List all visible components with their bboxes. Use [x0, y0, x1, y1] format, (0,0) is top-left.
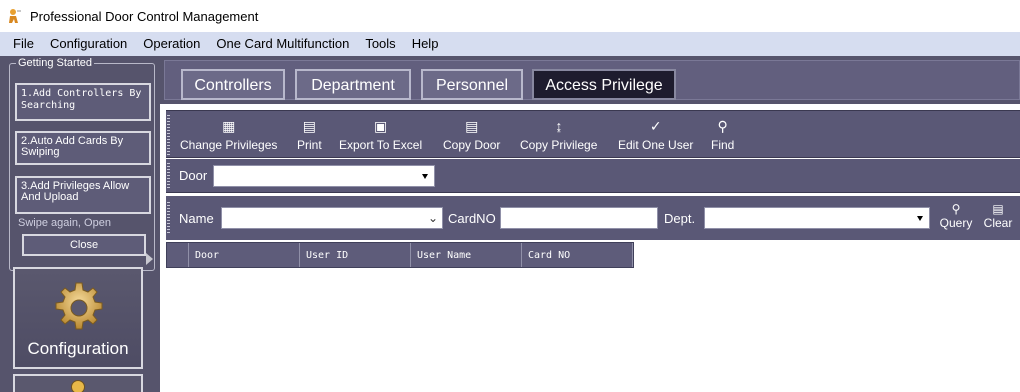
tab-personnel[interactable]: Personnel [421, 69, 523, 100]
key-person-icon [8, 8, 22, 24]
edit-one-user-button[interactable]: ✓ Edit One User [618, 117, 693, 152]
cardno-label: CardNO [448, 211, 496, 226]
search-icon: ⚲ [951, 202, 961, 216]
column-header-door[interactable]: Door [189, 243, 300, 267]
step-auto-add-cards-button[interactable]: 2.Auto Add Cards By Swiping [15, 131, 151, 165]
query-button[interactable]: ⚲ Query [936, 202, 976, 230]
toolbar-grip[interactable] [167, 115, 170, 155]
door-select[interactable] [213, 165, 435, 187]
column-header-user-name[interactable]: User Name [411, 243, 522, 267]
printer-icon: ▤ [302, 118, 316, 134]
copy-privilege-button[interactable]: ↨ Copy Privilege [520, 117, 597, 152]
copy-privilege-label: Copy Privilege [520, 138, 598, 152]
filter-bar-grip[interactable] [167, 202, 170, 234]
edit-one-user-label: Edit One User [618, 138, 694, 152]
grid-row-header [167, 243, 189, 267]
door-filter-bar: Door [166, 159, 1020, 193]
cardno-input[interactable] [500, 207, 658, 229]
window-title: Professional Door Control Management [30, 8, 259, 24]
menu-file[interactable]: File [0, 32, 42, 56]
action-toolbar: ▦ Change Privileges ▤ Print ▣ Export To … [166, 110, 1020, 158]
column-header-user-id[interactable]: User ID [300, 243, 411, 267]
configuration-label: Configuration [27, 339, 129, 358]
chevron-down-icon [917, 216, 923, 221]
clear-button[interactable]: ▤ Clear [978, 202, 1018, 230]
menu-one-card-multifunction[interactable]: One Card Multifunction [208, 32, 357, 56]
nav-tile-icon [71, 380, 85, 392]
change-privileges-icon: ▦ [222, 118, 236, 134]
tab-controllers[interactable]: Controllers [181, 69, 285, 100]
excel-icon: ▣ [373, 118, 388, 134]
clear-label: Clear [983, 216, 1013, 230]
dept-select[interactable] [704, 207, 930, 229]
getting-started-group: Getting Started 1.Add Controllers By Sea… [9, 57, 155, 271]
getting-started-legend: Getting Started [16, 57, 94, 70]
step-add-controllers-button[interactable]: 1.Add Controllers By Searching [15, 83, 151, 121]
configuration-nav-tile[interactable]: Configuration [13, 267, 143, 369]
print-button[interactable]: ▤ Print [297, 117, 322, 152]
menu-configuration[interactable]: Configuration [42, 32, 135, 56]
name-combobox[interactable]: ⌄ [221, 207, 443, 229]
export-to-excel-button[interactable]: ▣ Export To Excel [339, 117, 422, 152]
chevron-down-icon [422, 174, 428, 179]
search-filter-bar: Name ⌄ CardNO Dept. ⚲ Query ▤ Clear [166, 196, 1020, 240]
change-privileges-label: Change Privileges [180, 138, 278, 152]
copy-door-icon: ▤ [465, 118, 479, 134]
gear-icon [52, 281, 106, 338]
menu-help[interactable]: Help [404, 32, 447, 56]
dept-label: Dept. [664, 211, 696, 226]
menu-tools[interactable]: Tools [357, 32, 403, 56]
column-header-card-no[interactable]: Card NO [522, 243, 633, 267]
eraser-icon: ▤ [992, 202, 1004, 216]
copy-door-button[interactable]: ▤ Copy Door [443, 117, 500, 152]
left-panel: Getting Started 1.Add Controllers By Sea… [0, 56, 160, 392]
privilege-grid[interactable]: Door User ID User Name Card NO [166, 240, 1020, 392]
find-label: Find [711, 138, 735, 152]
title-bar: Professional Door Control Management [0, 0, 1020, 32]
close-button[interactable]: Close [22, 234, 146, 256]
change-privileges-button[interactable]: ▦ Change Privileges [180, 117, 277, 152]
menu-bar: File Configuration Operation One Card Mu… [0, 32, 1020, 56]
chevron-down-icon: ⌄ [427, 211, 438, 225]
selected-arrow-icon [146, 253, 153, 265]
print-label: Print [297, 138, 322, 152]
find-button[interactable]: ⚲ Find [711, 117, 734, 152]
grid-header: Door User ID User Name Card NO [166, 242, 634, 268]
export-to-excel-label: Export To Excel [339, 138, 423, 152]
next-nav-tile[interactable] [13, 374, 143, 392]
search-icon: ⚲ [717, 118, 728, 134]
door-label: Door [179, 168, 208, 183]
edit-user-icon: ✓ [649, 118, 662, 134]
step-add-privileges-button[interactable]: 3.Add Privileges Allow And Upload [15, 176, 151, 214]
tab-access-privilege[interactable]: Access Privilege [532, 69, 676, 100]
door-bar-grip[interactable] [167, 163, 170, 189]
copy-door-label: Copy Door [443, 138, 501, 152]
menu-operation[interactable]: Operation [135, 32, 208, 56]
tab-department[interactable]: Department [295, 69, 411, 100]
name-label: Name [179, 211, 214, 226]
tab-bar: Controllers Department Personnel Access … [164, 60, 1020, 100]
query-label: Query [939, 216, 973, 230]
swipe-hint: Swipe again, Open [18, 217, 111, 229]
copy-privilege-icon: ↨ [555, 118, 563, 134]
